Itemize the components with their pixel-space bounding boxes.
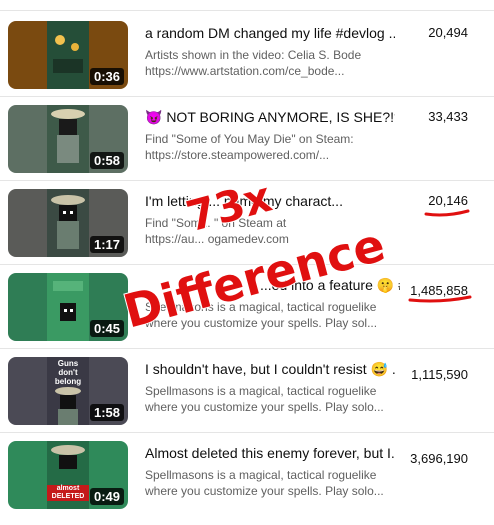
view-count: 20,146 <box>428 193 468 208</box>
video-row-4[interactable]: 0:45 ...ed into a feature 🤫 #... Spellma… <box>0 273 494 357</box>
view-count: 20,494 <box>428 25 468 40</box>
thumbnail-preview: almost DELETED <box>47 441 89 509</box>
video-row-0[interactable] <box>0 0 494 6</box>
video-thumbnail[interactable]: 0:45 <box>8 273 128 341</box>
thumbnail-preview: Guns don't belong <box>47 357 89 425</box>
video-row-2[interactable]: 0:58 😈 NOT BORING ANYMORE, IS SHE?!? #..… <box>0 105 494 189</box>
view-count: 3,696,190 <box>410 451 468 466</box>
view-count: 33,433 <box>428 109 468 124</box>
thumbnail-preview <box>47 21 89 89</box>
video-row-5[interactable]: Guns don't belong 1:58 I shouldn't have,… <box>0 357 494 441</box>
row-divider <box>0 264 494 265</box>
duration-badge: 0:36 <box>89 68 124 85</box>
duration-badge: 1:58 <box>89 404 124 421</box>
thumbnail-caption: Guns don't belong <box>54 359 82 386</box>
thumbnail-preview <box>47 189 89 257</box>
video-description: Spellmasons is a magical, tactical rogue… <box>145 384 384 414</box>
thumbnail-preview <box>47 105 89 173</box>
video-title[interactable]: ...ed into a feature 🤫 #... <box>260 277 400 294</box>
video-thumbnail[interactable]: 1:17 <box>8 189 128 257</box>
video-title[interactable]: Almost deleted this enemy forever, but I… <box>145 445 395 461</box>
duration-badge: 0:45 <box>89 320 124 337</box>
row-divider <box>0 96 494 97</box>
video-thumbnail[interactable]: Guns don't belong 1:58 <box>8 357 128 425</box>
row-divider <box>0 10 494 11</box>
video-description: Artists shown in the video: Celia S. Bod… <box>145 48 362 78</box>
video-description: Spellmasons is a magical, tactical rogue… <box>145 468 384 498</box>
thumbnail-caption: almost DELETED <box>47 485 89 501</box>
row-divider <box>0 348 494 349</box>
duration-badge: 1:17 <box>89 236 124 253</box>
video-description: Spellmasons is a magical, tactical rogue… <box>145 300 378 330</box>
duration-badge: 0:58 <box>89 152 124 169</box>
view-count: 1,485,858 <box>410 283 468 298</box>
video-title[interactable]: a random DM changed my life #devlog ... <box>145 25 395 41</box>
video-description: Find "Some of You May Die" on Steam: htt… <box>145 132 354 162</box>
video-row-6[interactable]: almost DELETED 0:49 Almost deleted this … <box>0 441 494 525</box>
video-row-1[interactable]: 0:36 a random DM changed my life #devlog… <box>0 21 494 105</box>
video-thumbnail[interactable]: 0:36 <box>8 21 128 89</box>
view-count: 1,115,590 <box>411 367 468 382</box>
video-title[interactable]: 😈 NOT BORING ANYMORE, IS SHE?!? #... <box>145 109 395 126</box>
row-divider <box>0 432 494 433</box>
video-thumbnail[interactable]: almost DELETED 0:49 <box>8 441 128 509</box>
row-divider <box>0 180 494 181</box>
thumbnail-preview <box>47 273 89 341</box>
video-description: Find "Som... " on Steam at https://au...… <box>145 216 289 246</box>
video-row-3[interactable]: 1:17 I'm letting ... name my charact... … <box>0 189 494 273</box>
video-title[interactable]: I'm letting ... name my charact... <box>145 193 395 209</box>
video-list: 0:36 a random DM changed my life #devlog… <box>0 0 494 509</box>
video-title[interactable]: I shouldn't have, but I couldn't resist … <box>145 361 395 378</box>
video-thumbnail[interactable]: 0:58 <box>8 105 128 173</box>
duration-badge: 0:49 <box>89 488 124 505</box>
